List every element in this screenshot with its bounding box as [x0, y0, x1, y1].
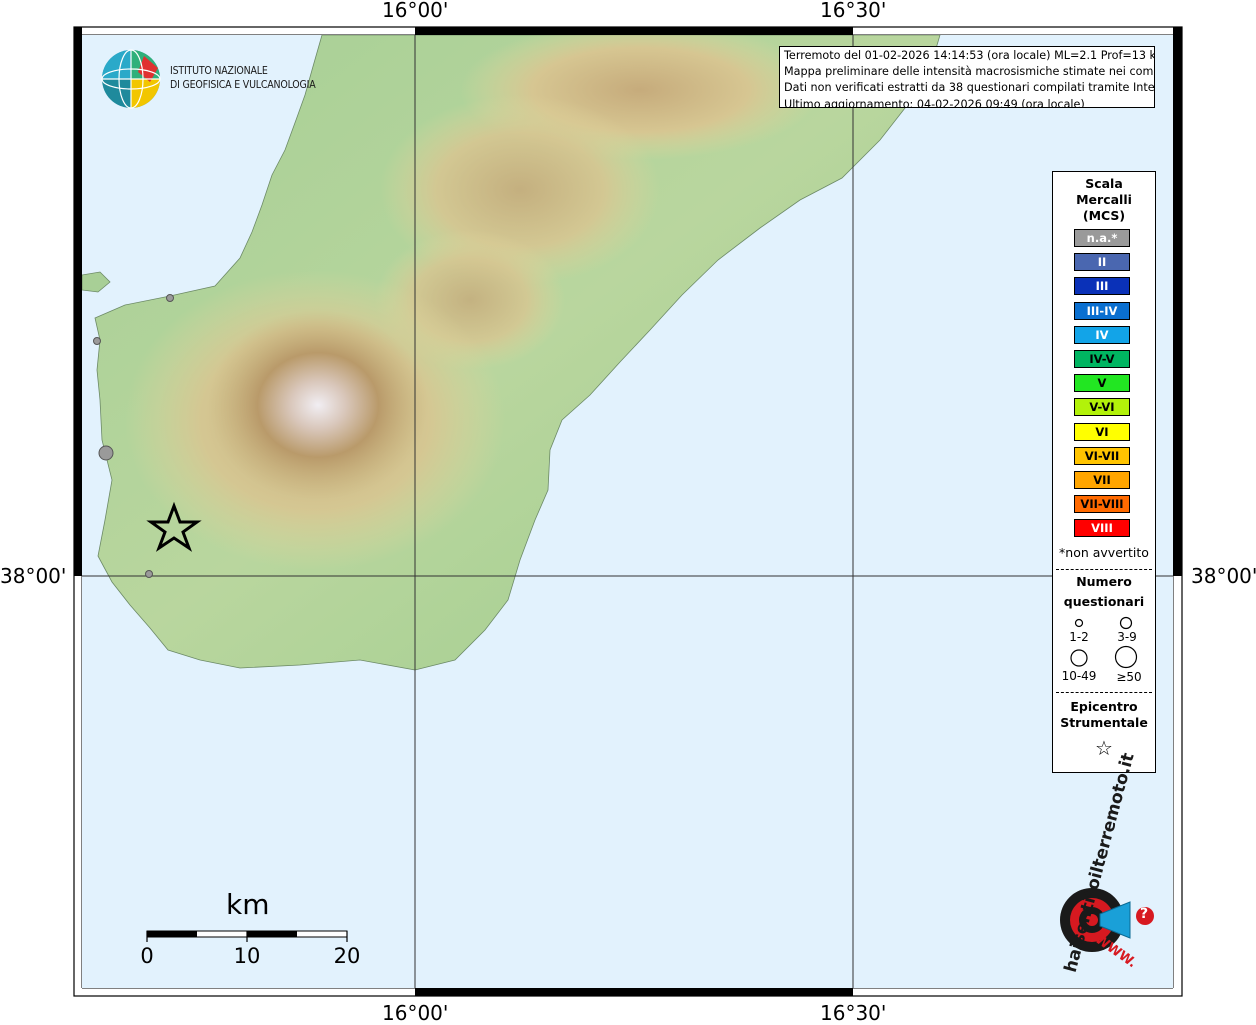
- event-info-box: Terremoto del 01-02-2026 14:14:53 (ora l…: [779, 46, 1155, 108]
- circle-size-3-9-icon: [1119, 616, 1133, 630]
- lon-label-bottom-16-30: 16°30': [820, 1001, 887, 1025]
- globe-icon: [101, 49, 161, 109]
- circle-label-50: ≥50: [1116, 670, 1142, 684]
- mcs-legend-item: VII: [1074, 471, 1130, 489]
- questionnaire-title-line-2: questionari: [1063, 594, 1145, 609]
- mcs-legend-item: VI: [1074, 422, 1130, 441]
- ingv-logo: ISTITUTO NAZIONALE DI GEOFISICA E VULCAN…: [100, 48, 330, 110]
- legend-panel: Scala Mercalli (MCS) n.a.* II III III-IV IV I…: [1052, 171, 1156, 773]
- circle-size-1-2-icon: [1074, 618, 1084, 628]
- logo-text: ISTITUTO NAZIONALE DI GEOFISICA E VULCAN…: [170, 64, 316, 92]
- lat-label-right-38-00: 38°00': [1191, 564, 1256, 588]
- circle-label-10-49: 10-49: [1061, 669, 1097, 683]
- aspromonte-peak: [208, 310, 428, 500]
- scale-bar-unit: km: [226, 888, 270, 921]
- legend-title-line-3: (MCS): [1082, 208, 1126, 223]
- legend-title: Scala Mercalli (MCS): [1053, 176, 1155, 224]
- scale-bar-tick-20: 20: [333, 944, 361, 968]
- questionnaire-point[interactable]: [93, 337, 101, 345]
- circle-label-1-2: 1-2: [1069, 630, 1089, 644]
- scale-bar-tick-10: 10: [233, 944, 261, 968]
- event-info-line-3: Dati non verificati estratti da 38 quest…: [784, 81, 1155, 95]
- lat-label-left-38-00: 38°00': [0, 564, 67, 588]
- questionnaire-point[interactable]: [98, 445, 114, 461]
- questionnaire-count-title: Numero questionari: [1053, 572, 1155, 612]
- epicenter-title-line-2: Strumentale: [1060, 715, 1148, 730]
- legend-title-line-1: Scala: [1085, 176, 1123, 191]
- event-info-line-2: Mappa preliminare delle intensità macros…: [784, 65, 1155, 79]
- mcs-legend-item: n.a.*: [1074, 229, 1130, 247]
- circle-size-50-icon: [1114, 645, 1138, 669]
- mcs-legend-item: V: [1074, 374, 1130, 393]
- mcs-legend-item: II: [1074, 253, 1130, 272]
- circle-size-10-49-icon: [1070, 649, 1088, 667]
- epicenter-star-icon: ☆: [1095, 736, 1113, 760]
- mcs-legend-item: V-VI: [1074, 398, 1130, 417]
- logo-line-1: ISTITUTO NAZIONALE: [170, 65, 268, 77]
- questionnaire-point[interactable]: [166, 294, 174, 302]
- mcs-legend-item: III: [1074, 277, 1130, 296]
- lon-label-top-16-30: 16°30': [820, 0, 887, 22]
- legend-title-line-2: Mercalli: [1076, 192, 1132, 207]
- legend-divider: [1056, 569, 1152, 570]
- lon-label-top-16-00: 16°00': [382, 0, 449, 22]
- mcs-legend-item: III-IV: [1074, 301, 1130, 320]
- epicenter-title-line-1: Epicentro: [1070, 699, 1138, 714]
- event-info-line-1: Terremoto del 01-02-2026 14:14:53 (ora l…: [784, 49, 1155, 62]
- event-info-line-4: Ultimo aggiornamento: 04-02-2026 09:49 (…: [784, 97, 1085, 108]
- questionnaire-title-line-1: Numero: [1076, 574, 1132, 589]
- hsi-question-mark: ?: [1140, 906, 1149, 922]
- questionnaire-size-icons: [1070, 616, 1138, 669]
- circle-label-3-9: 3-9: [1117, 630, 1137, 644]
- lon-label-bottom-16-00: 16°00': [382, 1001, 449, 1025]
- legend-note: *non avvertito: [1059, 545, 1149, 560]
- epicenter-title: Epicentro Strumentale: [1053, 699, 1155, 731]
- scale-bar-tick-0: 0: [140, 944, 154, 968]
- mcs-legend-item: IV-V: [1074, 350, 1130, 368]
- legend-divider: [1056, 692, 1152, 693]
- logo-line-2: DI GEOFISICA E VULCANOLOGIA: [170, 79, 316, 91]
- mcs-legend-item: VIII: [1074, 519, 1130, 538]
- hai-sentito-il-terremoto-logo[interactable]: haisentitoilterremoto.it WWW. ?: [1030, 751, 1160, 976]
- questionnaire-point[interactable]: [145, 570, 153, 578]
- mcs-legend-item: IV: [1074, 325, 1130, 344]
- mcs-legend-item: VI-VII: [1074, 446, 1130, 465]
- mcs-legend-item: VII-VIII: [1074, 495, 1130, 514]
